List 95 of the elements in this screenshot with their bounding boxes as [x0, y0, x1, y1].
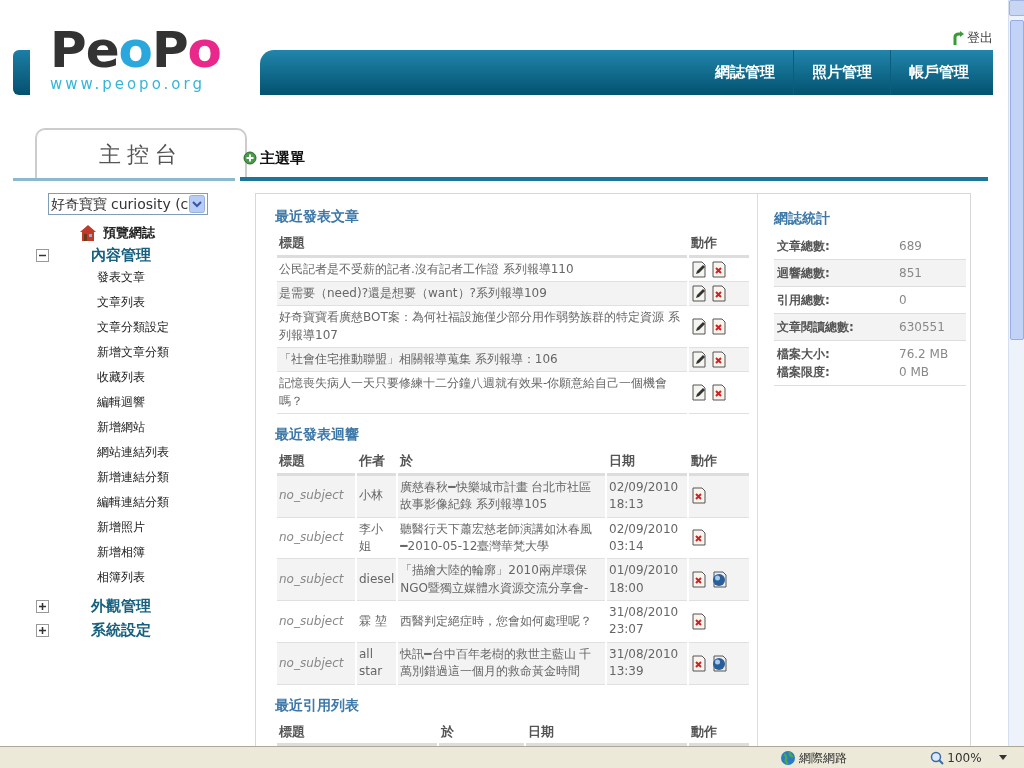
stat-value: 0 — [899, 292, 908, 309]
post-title-link[interactable]: 「描繪大陸的輪廓」2010兩岸環保NGO暨獨立媒體水資源交流分享會- — [398, 559, 605, 602]
delete-icon[interactable] — [691, 571, 707, 588]
delete-icon[interactable] — [711, 384, 727, 402]
date-cell: 02/09/2010 18:13 — [607, 475, 687, 518]
date-cell: 31/08/2010 13:39 — [607, 642, 687, 685]
stat-value: 630551 — [899, 319, 946, 336]
nav-tab[interactable]: 網誌管理 — [697, 50, 793, 95]
menu-section[interactable]: 系統設定 — [91, 619, 151, 642]
caret-icon — [998, 754, 1007, 761]
table-cell: no_subject — [277, 559, 355, 602]
delete-icon[interactable] — [711, 284, 727, 302]
stat-value: 0 MB — [899, 364, 931, 381]
delete-icon[interactable] — [691, 529, 707, 547]
menu-item[interactable]: 新增照片 — [0, 514, 235, 540]
scrollbar[interactable] — [1008, 0, 1024, 746]
menu-item[interactable]: 新增網站 — [0, 414, 235, 440]
menu-item[interactable]: 編輯連結分類 — [0, 489, 235, 515]
zoom-control[interactable]: 100% — [930, 748, 1007, 767]
logout-link[interactable]: 登出 — [967, 27, 993, 48]
edit-icon[interactable] — [691, 260, 707, 278]
tab-edge — [13, 50, 30, 95]
menu-item[interactable]: 網站連結列表 — [0, 439, 235, 465]
section-title: 最近發表文章 — [275, 207, 360, 226]
globe-icon[interactable] — [711, 571, 729, 588]
security-zone: 網際網路 — [799, 749, 848, 767]
menu-item[interactable]: 相簿列表 — [0, 564, 235, 590]
table-cell: no_subject — [277, 475, 355, 518]
column-header: 動作 — [689, 231, 749, 258]
panel-title: 主控台 — [35, 128, 247, 178]
stat-value: 76.2 MB — [899, 346, 950, 363]
stat-label: 引用總數: — [777, 292, 831, 309]
delete-icon[interactable] — [691, 654, 707, 672]
nav-tab[interactable]: 帳戶管理 — [890, 50, 987, 95]
collapse-icon[interactable] — [36, 249, 49, 262]
section-title: 最近引用列表 — [275, 695, 360, 715]
blog-select[interactable]: 好奇寶寶 curiosity (c — [47, 193, 208, 215]
menu-item[interactable]: 發表文章 — [0, 264, 235, 290]
stat-label: 迴響總數: — [777, 265, 831, 282]
post-title-link[interactable]: 記憶喪失病人一天只要修練十二分鐘八週就有效果-你願意給自己一個機會嗎？ — [277, 372, 687, 415]
author-name: 霖 堃 — [357, 601, 397, 643]
post-title-link[interactable]: 公民記者是不受薪的記者.沒有記者工作證 系列報導110 — [277, 257, 687, 282]
globe-icon[interactable] — [711, 654, 729, 672]
section-title: 網誌統計 — [774, 209, 831, 228]
edit-icon[interactable] — [691, 351, 707, 369]
table-cell: no_subject — [277, 642, 355, 685]
stat-value: 851 — [899, 265, 923, 282]
table-cell: no_subject — [277, 601, 355, 643]
logo-url: www.peopo.org — [50, 77, 206, 92]
delete-icon[interactable] — [711, 351, 727, 369]
delete-icon[interactable] — [711, 260, 727, 278]
author-name: 小林 — [357, 475, 397, 518]
logo-wordmark[interactable]: PeoPo — [50, 25, 240, 75]
select-value: 好奇寶寶 curiosity (c — [50, 194, 189, 214]
edit-icon[interactable] — [691, 384, 707, 402]
menu-item[interactable]: 新增相簿 — [0, 539, 235, 565]
nav-tab[interactable]: 照片管理 — [793, 50, 890, 95]
stat-label: 文章閱讀總數: — [777, 319, 855, 336]
menu-item[interactable]: 新增連結分類 — [0, 464, 235, 490]
column-header: 標題 — [277, 231, 687, 258]
post-title-link[interactable]: 西醫判定絕症時，您會如何處理呢？ — [398, 601, 605, 643]
menu-section[interactable]: 內容管理 — [91, 244, 151, 267]
house-icon — [80, 224, 96, 242]
stat-value: 689 — [899, 238, 923, 255]
menu-section[interactable]: 外觀管理 — [91, 595, 151, 618]
delete-icon[interactable] — [691, 487, 707, 505]
menu-item[interactable]: 收藏列表 — [0, 364, 235, 390]
section-title: 最近發表迴響 — [275, 425, 360, 445]
menu-item[interactable]: 編輯迴響 — [0, 389, 235, 415]
preview-blog-link[interactable]: 預覽網誌 — [102, 223, 155, 243]
stat-label: 檔案大小: — [777, 346, 831, 363]
curved-arrow-icon — [951, 30, 964, 45]
expand-icon[interactable] — [36, 624, 49, 637]
globe-icon — [780, 749, 796, 766]
author-name: diesel — [357, 559, 397, 602]
section-heading: 主選單 — [260, 147, 306, 169]
zoom-icon — [930, 750, 944, 765]
menu-item[interactable]: 文章列表 — [0, 289, 235, 315]
edit-icon[interactable] — [691, 284, 707, 302]
delete-icon[interactable] — [711, 317, 727, 335]
menu-item[interactable]: 新增文章分類 — [0, 339, 235, 365]
edit-icon[interactable] — [691, 317, 707, 335]
menu-item[interactable]: 文章分類設定 — [0, 314, 235, 340]
date-cell: 01/09/2010 18:00 — [607, 559, 687, 602]
author-name: all star — [357, 642, 397, 685]
post-title-link[interactable]: 廣慈春秋━快樂城市計畫 台北市社區故事影像紀錄 系列報導105 — [398, 475, 605, 518]
plus-circle-icon — [243, 150, 257, 165]
stat-label: 檔案限度: — [777, 364, 831, 381]
date-cell: 31/08/2010 23:07 — [607, 601, 687, 643]
delete-icon[interactable] — [691, 612, 707, 630]
post-title-link[interactable]: 「社會住宅推動聯盟」相關報導蒐集 系列報導：106 — [277, 348, 687, 373]
stat-label: 文章總數: — [777, 238, 831, 255]
expand-icon[interactable] — [36, 600, 49, 613]
post-title-link[interactable]: 是需要（need)?還是想要（want）?系列報導109 — [277, 281, 687, 307]
post-title-link[interactable]: 快訊━台中百年老樹的救世主藍山 千萬別錯過這一個月的救命黃金時間 — [398, 642, 605, 685]
